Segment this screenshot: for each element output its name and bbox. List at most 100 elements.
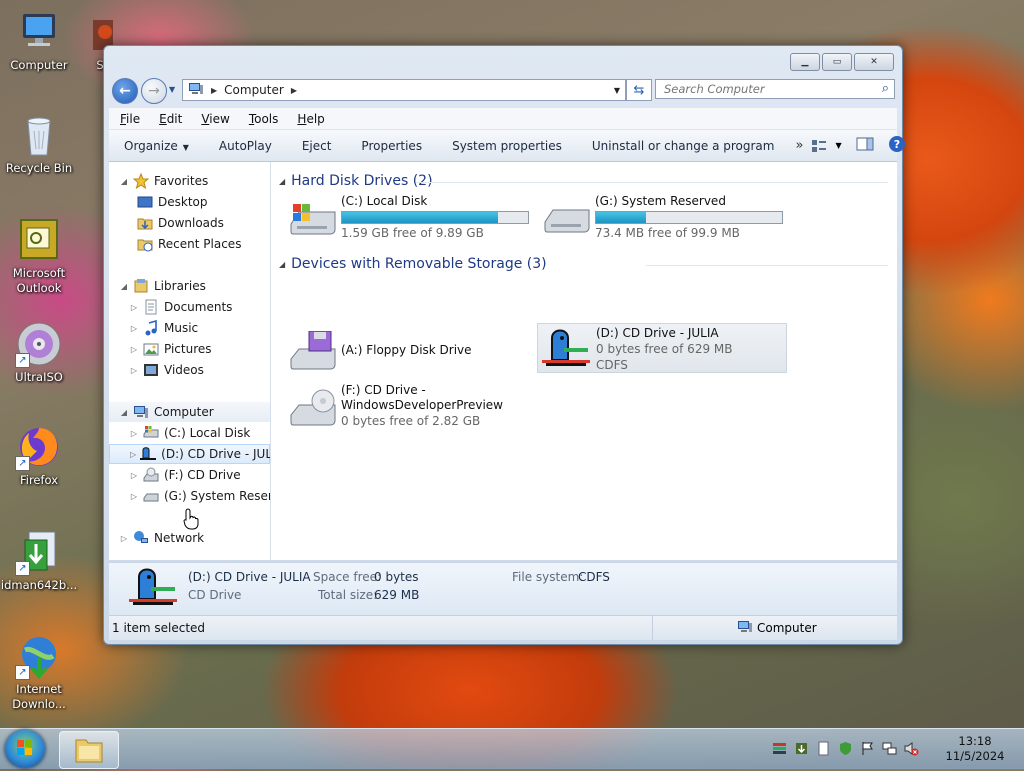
network-tray-icon[interactable]	[882, 741, 897, 756]
tray-download-icon[interactable]	[794, 741, 809, 756]
nav-computer[interactable]: ◢ Computer	[109, 402, 270, 422]
action-center-flag-icon[interactable]	[860, 741, 875, 756]
collapsed-arrow-icon[interactable]: ▷	[130, 450, 136, 459]
status-location: Computer	[652, 616, 892, 640]
address-bar[interactable]: ▶ Computer ▶ ▼	[182, 79, 626, 101]
breadcrumb-computer[interactable]: Computer	[224, 83, 284, 97]
nav-pictures[interactable]: ▷ Pictures	[129, 339, 270, 359]
status-bar: 1 item selected Computer	[109, 615, 897, 640]
breadcrumb-separator-icon[interactable]: ▶	[211, 86, 217, 95]
drive-f-item[interactable]: (F:) CD Drive - WindowsDeveloperPreview …	[283, 381, 533, 431]
expanded-arrow-icon[interactable]: ◢	[279, 177, 285, 186]
more-commands-icon[interactable]: »	[789, 138, 811, 153]
menu-edit[interactable]: Edit	[148, 112, 190, 126]
uninstall-program-button[interactable]: Uninstall or change a program	[577, 139, 790, 153]
collapsed-arrow-icon[interactable]: ▷	[129, 303, 139, 312]
desktop-icon-firefox[interactable]: ↗ Firefox	[0, 423, 81, 488]
breadcrumb-separator-icon[interactable]: ▶	[291, 86, 297, 95]
nav-recent-places[interactable]: Recent Places	[137, 234, 270, 254]
collapsed-arrow-icon[interactable]: ▷	[129, 492, 139, 501]
drive-name: (F:) CD Drive -	[341, 383, 426, 397]
clock-time: 13:18	[958, 734, 992, 748]
menu-help[interactable]: Help	[286, 112, 332, 126]
nav-music[interactable]: ▷ Music	[129, 318, 270, 338]
search-icon[interactable]: ⌕	[882, 81, 889, 96]
search-box[interactable]: ⌕	[655, 79, 895, 99]
desktop-icon-idm[interactable]: ↗ Internet Downlo...	[0, 632, 81, 712]
address-dropdown-icon[interactable]: ▼	[614, 86, 620, 95]
volume-muted-icon[interactable]	[904, 741, 919, 756]
forward-button[interactable]: →	[141, 78, 167, 104]
collapsed-arrow-icon[interactable]: ▷	[129, 345, 139, 354]
start-button[interactable]	[5, 730, 45, 768]
menu-file[interactable]: File	[109, 112, 148, 126]
collapsed-arrow-icon[interactable]: ▷	[129, 324, 139, 333]
organize-label: Organize	[124, 138, 178, 153]
refresh-button[interactable]: ⇆	[626, 79, 652, 101]
recent-pages-dropdown[interactable]: ▼	[169, 85, 175, 94]
nav-label: Recent Places	[158, 237, 242, 251]
nav-drive-f[interactable]: ▷ (F:) CD Drive	[129, 465, 270, 485]
desktop-icon-recycle-bin[interactable]: Recycle Bin	[0, 111, 81, 176]
preview-pane-button[interactable]	[856, 137, 874, 154]
desktop-icon-outlook[interactable]: Microsoft Outlook	[0, 216, 81, 296]
expanded-arrow-icon[interactable]: ◢	[119, 282, 129, 291]
drive-a-item[interactable]: (A:) Floppy Disk Drive	[283, 325, 533, 375]
desktop-icon-idman[interactable]: ↗ idman642b...	[0, 528, 81, 593]
expanded-arrow-icon[interactable]: ◢	[279, 260, 285, 269]
expanded-arrow-icon[interactable]: ◢	[119, 177, 129, 186]
minimize-button[interactable]: ▁	[790, 53, 820, 71]
clock[interactable]: 13:18 11/5/2024	[930, 734, 1020, 764]
drive-g-item[interactable]: (G:) System Reserved 73.4 MB free of 99.…	[537, 192, 787, 242]
explorer-window: ▁ ▭ ✕ ← → ▼ ▶ Computer ▶ ▼ ⇆ ⌕ File Edit…	[103, 45, 906, 645]
drive-usage-bar	[595, 211, 783, 224]
collapsed-arrow-icon[interactable]: ▷	[129, 429, 139, 438]
status-location-label: Computer	[757, 621, 817, 635]
change-view-button[interactable]: ▼	[811, 139, 842, 153]
drive-d-item[interactable]: (D:) CD Drive - JULIA 0 bytes free of 62…	[537, 323, 787, 373]
desktop-icon-ultraiso[interactable]: ↗ UltraISO	[0, 320, 81, 385]
autoplay-button[interactable]: AutoPlay	[204, 139, 287, 153]
desktop-icon-computer[interactable]: Computer	[0, 8, 81, 73]
collapsed-arrow-icon[interactable]: ▷	[129, 366, 139, 375]
close-button[interactable]: ✕	[854, 53, 894, 71]
network-icon	[133, 530, 149, 546]
back-button[interactable]: ←	[112, 78, 138, 104]
group-header-hard-disk-drives[interactable]: ◢ Hard Disk Drives (2)	[279, 173, 433, 189]
taskbar-explorer-button[interactable]	[59, 731, 119, 769]
nav-label: (D:) CD Drive - JULIA	[161, 447, 270, 461]
shortcut-arrow-icon: ↗	[15, 665, 30, 680]
collapsed-arrow-icon[interactable]: ▷	[129, 471, 139, 480]
nav-desktop[interactable]: Desktop	[137, 192, 270, 212]
menu-tools[interactable]: Tools	[238, 112, 287, 126]
eject-button[interactable]: Eject	[287, 139, 347, 153]
nav-videos[interactable]: ▷ Videos	[129, 360, 270, 380]
nav-favorites[interactable]: ◢ Favorites	[119, 171, 270, 191]
nav-drive-d[interactable]: ▷ (D:) CD Drive - JULIA	[109, 444, 270, 464]
windows-logo-icon	[17, 740, 32, 755]
nav-label: Favorites	[154, 174, 209, 188]
nav-drive-c[interactable]: ▷ (C:) Local Disk	[129, 423, 270, 443]
nav-downloads[interactable]: Downloads	[137, 213, 270, 233]
cd-drive-julia-icon	[542, 326, 590, 366]
system-properties-button[interactable]: System properties	[437, 139, 577, 153]
hard-drive-windows-icon	[289, 198, 337, 238]
menu-view[interactable]: View	[190, 112, 237, 126]
desktop-icon-label: idman642b...	[0, 578, 78, 592]
drive-c-item[interactable]: (C:) Local Disk 1.59 GB free of 9.89 GB	[283, 192, 533, 242]
tray-app-icon[interactable]	[772, 741, 787, 756]
properties-button[interactable]: Properties	[346, 139, 437, 153]
firefox-icon: ↗	[15, 423, 63, 471]
expanded-arrow-icon[interactable]: ◢	[119, 408, 129, 417]
nav-documents[interactable]: ▷ Documents	[129, 297, 270, 317]
group-header-removable-storage[interactable]: ◢ Devices with Removable Storage (3)	[279, 256, 547, 272]
nav-libraries[interactable]: ◢ Libraries	[119, 276, 270, 296]
organize-button[interactable]: Organize ▼	[109, 139, 204, 153]
nav-drive-g[interactable]: ▷ (G:) System Reserved	[129, 486, 270, 506]
help-button[interactable]: ?	[888, 135, 906, 156]
search-input[interactable]	[662, 81, 876, 97]
maximize-button[interactable]: ▭	[822, 53, 852, 71]
tray-document-icon[interactable]	[816, 741, 831, 756]
collapsed-arrow-icon[interactable]: ▷	[119, 534, 129, 543]
tray-security-icon[interactable]	[838, 741, 853, 756]
